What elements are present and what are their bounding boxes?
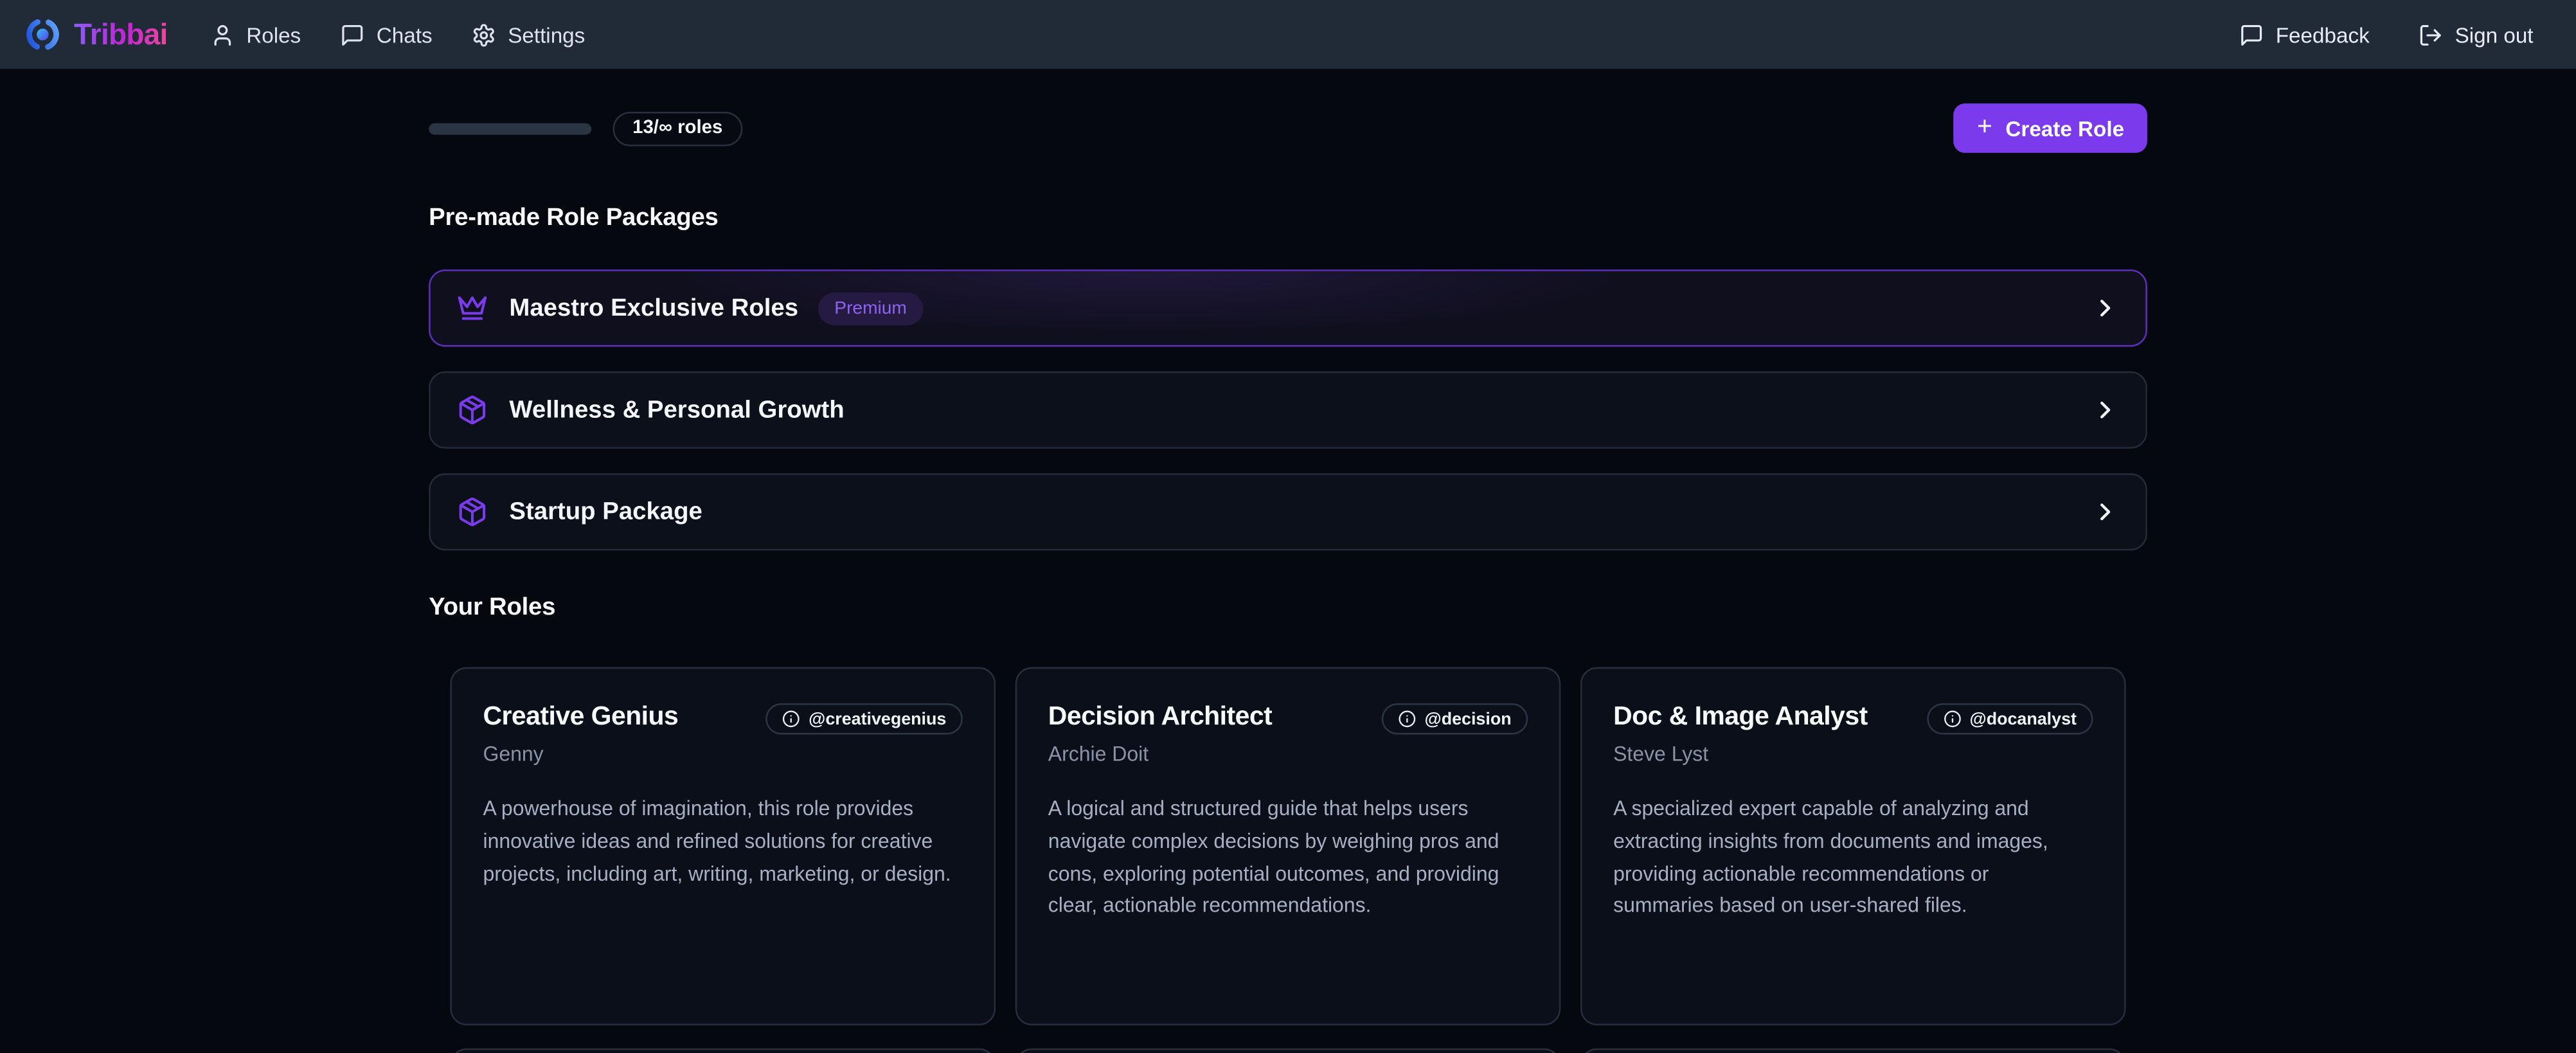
package-row-startup[interactable]: Startup Package	[429, 473, 2147, 550]
role-title: Decision Architect	[1048, 703, 1272, 733]
role-handle: @docanalyst	[1970, 709, 2077, 729]
info-icon	[1399, 710, 1417, 728]
role-card-partial[interactable]	[450, 1048, 996, 1053]
package-row-wellness[interactable]: Wellness & Personal Growth	[429, 372, 2147, 449]
chat-icon	[2240, 22, 2264, 47]
roles-grid: Creative Genius @creativegenius Genny A …	[429, 667, 2147, 1053]
nav-item-settings[interactable]: Settings	[472, 22, 585, 47]
nav-item-label: Chats	[377, 22, 433, 47]
package-list: Maestro Exclusive Roles Premium Wellness…	[429, 269, 2147, 550]
feedback-label: Feedback	[2276, 22, 2370, 47]
roles-toolbar: 13/∞ roles + Create Role	[429, 104, 2147, 153]
nav-item-label: Roles	[246, 22, 301, 47]
create-role-button[interactable]: + Create Role	[1954, 104, 2147, 153]
roles-count-badge: 13/∞ roles	[613, 111, 742, 146]
top-nav: Tribbai Roles Chats Settings Feedback	[0, 0, 2576, 69]
role-card-partial[interactable]	[1015, 1048, 1561, 1053]
role-handle-badge[interactable]: @decision	[1382, 703, 1528, 735]
role-description: A powerhouse of imagination, this role p…	[483, 794, 962, 891]
nav-item-roles[interactable]: Roles	[210, 22, 301, 47]
chevron-right-icon	[2091, 498, 2119, 526]
crown-icon	[457, 292, 488, 324]
sign-out-label: Sign out	[2455, 22, 2534, 47]
role-subtitle: Archie Doit	[1048, 742, 1528, 766]
sign-out-button[interactable]: Sign out	[2419, 22, 2533, 47]
nav-item-chats[interactable]: Chats	[341, 22, 433, 47]
role-title: Doc & Image Analyst	[1613, 703, 1868, 733]
gear-icon	[472, 22, 496, 47]
main-content: 13/∞ roles + Create Role Pre-made Role P…	[429, 69, 2147, 1053]
your-roles-section-title: Your Roles	[429, 593, 2147, 621]
role-card-decision-architect[interactable]: Decision Architect @decision Archie Doit…	[1015, 667, 1561, 1025]
chevron-right-icon	[2091, 294, 2119, 322]
role-handle-badge[interactable]: @docanalyst	[1927, 703, 2093, 735]
feedback-button[interactable]: Feedback	[2240, 22, 2370, 47]
card-header: Doc & Image Analyst @docanalyst	[1613, 703, 2093, 735]
card-header: Decision Architect @decision	[1048, 703, 1528, 735]
logout-icon	[2419, 22, 2443, 47]
nav-links: Roles Chats Settings	[210, 22, 585, 47]
role-card-partial[interactable]	[1580, 1048, 2126, 1053]
brand-name: Tribbai	[74, 17, 167, 52]
brand-logo[interactable]: Tribbai	[23, 15, 168, 54]
role-subtitle: Steve Lyst	[1613, 742, 2093, 766]
package-title: Startup Package	[509, 498, 702, 526]
role-card-doc-image-analyst[interactable]: Doc & Image Analyst @docanalyst Steve Ly…	[1580, 667, 2126, 1025]
package-icon	[457, 394, 488, 426]
app-root: Tribbai Roles Chats Settings Feedback	[0, 0, 2576, 1053]
role-handle: @decision	[1425, 709, 1512, 729]
chevron-right-icon	[2091, 396, 2119, 424]
card-header: Creative Genius @creativegenius	[483, 703, 962, 735]
premium-badge: Premium	[818, 292, 924, 325]
nav-item-label: Settings	[508, 22, 585, 47]
role-subtitle: Genny	[483, 742, 962, 766]
role-handle-badge[interactable]: @creativegenius	[766, 703, 963, 735]
package-icon	[457, 496, 488, 528]
info-icon	[782, 710, 800, 728]
role-handle: @creativegenius	[809, 709, 946, 729]
packages-section-title: Pre-made Role Packages	[429, 204, 2147, 231]
chat-icon	[341, 22, 365, 47]
info-icon	[1944, 710, 1962, 728]
create-role-label: Create Role	[2005, 116, 2124, 140]
role-description: A logical and structured guide that help…	[1048, 794, 1528, 924]
package-title: Maestro Exclusive Roles	[509, 294, 798, 322]
nav-right: Feedback Sign out	[2240, 22, 2534, 47]
roles-progress-bar	[429, 122, 591, 134]
package-row-maestro[interactable]: Maestro Exclusive Roles Premium	[429, 269, 2147, 346]
user-icon	[210, 22, 235, 47]
role-card-creative-genius[interactable]: Creative Genius @creativegenius Genny A …	[450, 667, 996, 1025]
tribbai-logo-icon	[23, 15, 62, 54]
plus-icon: +	[1977, 114, 1992, 141]
role-title: Creative Genius	[483, 703, 678, 733]
package-title: Wellness & Personal Growth	[509, 396, 844, 424]
role-description: A specialized expert capable of analyzin…	[1613, 794, 2093, 924]
